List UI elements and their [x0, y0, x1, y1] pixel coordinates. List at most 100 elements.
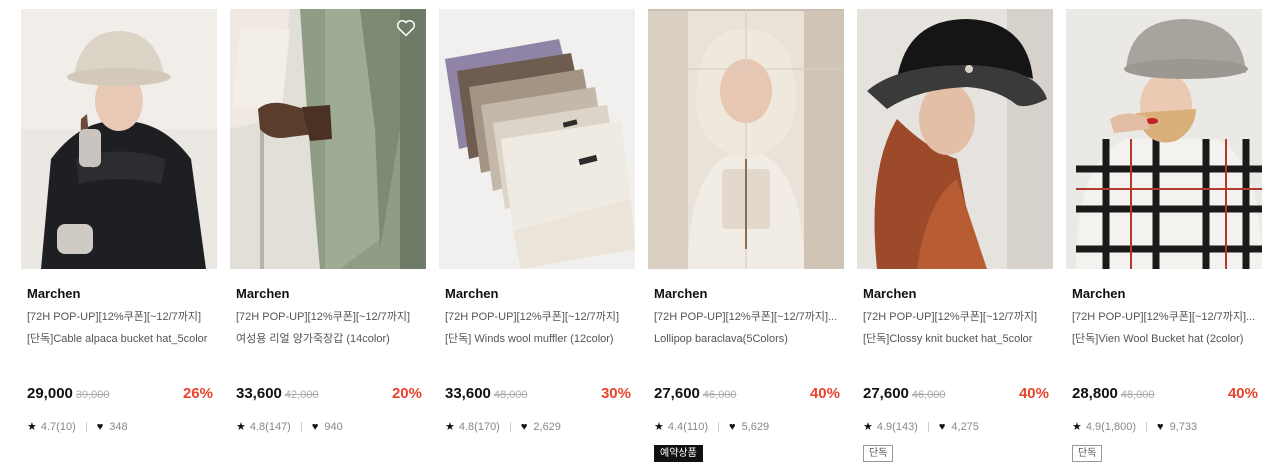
- reservation-badge: 예약상품: [654, 445, 703, 462]
- star-icon: ★: [27, 420, 37, 433]
- heart-icon: ♥: [520, 421, 528, 433]
- brand-name[interactable]: Marchen: [857, 286, 1053, 302]
- product-image[interactable]: [857, 9, 1053, 269]
- product-name[interactable]: 여성용 리얼 양가죽장갑 (14color): [230, 332, 426, 364]
- price-row: 33,600 42,000 20%: [236, 385, 422, 405]
- divider: [927, 422, 929, 432]
- rating-text: 4.4(110): [667, 421, 709, 433]
- brand-name[interactable]: Marchen: [230, 286, 426, 302]
- divider: [509, 422, 511, 432]
- sale-price: 33,600: [236, 385, 282, 402]
- price-row: 33,600 48,000 30%: [445, 385, 631, 405]
- meta-row: ★ 4.4(110) ♥ 5,629: [654, 420, 769, 434]
- product-card[interactable]: Marchen [72H POP-UP][12%쿠폰][~12/7까지]... …: [648, 9, 844, 462]
- product-name[interactable]: [단독] Winds wool muffler (12color): [439, 332, 635, 364]
- promo-text[interactable]: [72H POP-UP][12%쿠폰][~12/7까지]: [857, 310, 1053, 324]
- product-card[interactable]: Marchen [72H POP-UP][12%쿠폰][~12/7까지] [단독…: [439, 9, 635, 433]
- divider: [85, 422, 87, 432]
- exclusive-badge: 단독: [863, 445, 894, 462]
- price-row: 27,600 46,000 40%: [863, 385, 1049, 405]
- like-count: 940: [324, 421, 343, 433]
- rating-text: 4.8(147): [249, 421, 291, 433]
- original-price: 39,000: [75, 389, 110, 401]
- divider: [1146, 422, 1148, 432]
- product-card[interactable]: Marchen [72H POP-UP][12%쿠폰][~12/7까지] 여성용…: [230, 9, 426, 433]
- price-row: 27,600 46,000 40%: [654, 385, 840, 405]
- product-photo-wool-bucket-hat-plaid: [1066, 9, 1262, 269]
- original-price: 46,000: [702, 389, 737, 401]
- product-name[interactable]: [단독]Vien Wool Bucket hat (2color): [1066, 332, 1262, 364]
- product-image[interactable]: [21, 9, 217, 269]
- product-card[interactable]: Marchen [72H POP-UP][12%쿠폰][~12/7까지] [단독…: [857, 9, 1053, 462]
- promo-text[interactable]: [72H POP-UP][12%쿠폰][~12/7까지]: [21, 310, 217, 324]
- original-price: 46,000: [911, 389, 946, 401]
- promo-text[interactable]: [72H POP-UP][12%쿠폰][~12/7까지]...: [1066, 310, 1262, 324]
- product-image[interactable]: [1066, 9, 1262, 269]
- star-icon: ★: [863, 420, 873, 433]
- product-name[interactable]: [단독]Clossy knit bucket hat_5color: [857, 332, 1053, 364]
- heart-icon: ♥: [729, 421, 736, 433]
- product-photo-leather-gloves: [230, 9, 426, 269]
- brand-name[interactable]: Marchen: [21, 286, 217, 302]
- discount-rate: 40%: [1227, 385, 1258, 402]
- product-image[interactable]: [648, 9, 844, 269]
- heart-icon: ♥: [311, 421, 319, 433]
- product-name[interactable]: [단독]Cable alpaca bucket hat_5color: [21, 332, 217, 364]
- product-card[interactable]: Marchen [72H POP-UP][12%쿠폰][~12/7까지]... …: [1066, 9, 1262, 462]
- meta-row: ★ 4.7(10) ♥ 348: [27, 420, 128, 434]
- product-image[interactable]: [439, 9, 635, 269]
- discount-rate: 40%: [809, 385, 840, 402]
- promo-text[interactable]: [72H POP-UP][12%쿠폰][~12/7까지]: [230, 310, 426, 324]
- product-image[interactable]: [230, 9, 426, 269]
- price-row: 28,800 48,000 40%: [1072, 385, 1258, 405]
- meta-row: ★ 4.9(143) ♥ 4,275: [863, 420, 979, 434]
- sale-price: 33,600: [445, 385, 491, 402]
- discount-rate: 30%: [600, 385, 631, 402]
- divider: [300, 422, 302, 432]
- divider: [718, 422, 720, 432]
- star-icon: ★: [654, 420, 664, 433]
- like-count: 5,629: [741, 421, 770, 433]
- discount-rate: 40%: [1018, 385, 1049, 402]
- price-row: 29,000 39,000 26%: [27, 385, 213, 405]
- star-icon: ★: [445, 420, 455, 433]
- product-grid: Marchen [72H POP-UP][12%쿠폰][~12/7까지] [단독…: [0, 0, 1268, 468]
- heart-outline-icon: [396, 20, 416, 37]
- product-photo-wool-mufflers: [439, 9, 635, 269]
- like-count: 9,733: [1169, 421, 1198, 433]
- meta-row: ★ 4.8(147) ♥ 940: [236, 420, 343, 434]
- rating-text: 4.7(10): [40, 421, 76, 433]
- exclusive-badge: 단독: [1072, 445, 1103, 462]
- meta-row: ★ 4.9(1,800) ♥ 9,733: [1072, 420, 1197, 434]
- discount-rate: 20%: [391, 385, 422, 402]
- like-count: 2,629: [533, 421, 561, 433]
- product-card[interactable]: Marchen [72H POP-UP][12%쿠폰][~12/7까지] [단독…: [21, 9, 217, 433]
- product-name[interactable]: Lollipop baraclava(5Colors): [648, 332, 844, 364]
- rating-text: 4.9(1,800): [1085, 421, 1137, 433]
- heart-icon: ♥: [938, 421, 946, 433]
- sale-price: 27,600: [654, 385, 700, 402]
- brand-name[interactable]: Marchen: [648, 286, 844, 302]
- like-count: 348: [109, 421, 128, 433]
- star-icon: ★: [236, 420, 246, 433]
- heart-icon: ♥: [1157, 421, 1164, 433]
- rating-text: 4.9(143): [876, 421, 918, 433]
- star-icon: ★: [1072, 420, 1082, 433]
- promo-text[interactable]: [72H POP-UP][12%쿠폰][~12/7까지]: [439, 310, 635, 324]
- rating-text: 4.8(170): [458, 421, 500, 433]
- wishlist-button[interactable]: [395, 17, 417, 39]
- product-photo-bucket-hat-puffer: [21, 9, 217, 269]
- product-photo-knit-bucket-hat: [857, 9, 1053, 269]
- meta-row: ★ 4.8(170) ♥ 2,629: [445, 420, 561, 434]
- product-photo-balaclava: [648, 9, 844, 269]
- sale-price: 27,600: [863, 385, 909, 402]
- brand-name[interactable]: Marchen: [1066, 286, 1262, 302]
- sale-price: 29,000: [27, 385, 73, 402]
- heart-icon: ♥: [96, 421, 104, 433]
- original-price: 42,000: [284, 389, 319, 401]
- promo-text[interactable]: [72H POP-UP][12%쿠폰][~12/7까지]...: [648, 310, 844, 324]
- sale-price: 28,800: [1072, 385, 1118, 402]
- brand-name[interactable]: Marchen: [439, 286, 635, 302]
- like-count: 4,275: [951, 421, 979, 433]
- original-price: 48,000: [1120, 389, 1155, 401]
